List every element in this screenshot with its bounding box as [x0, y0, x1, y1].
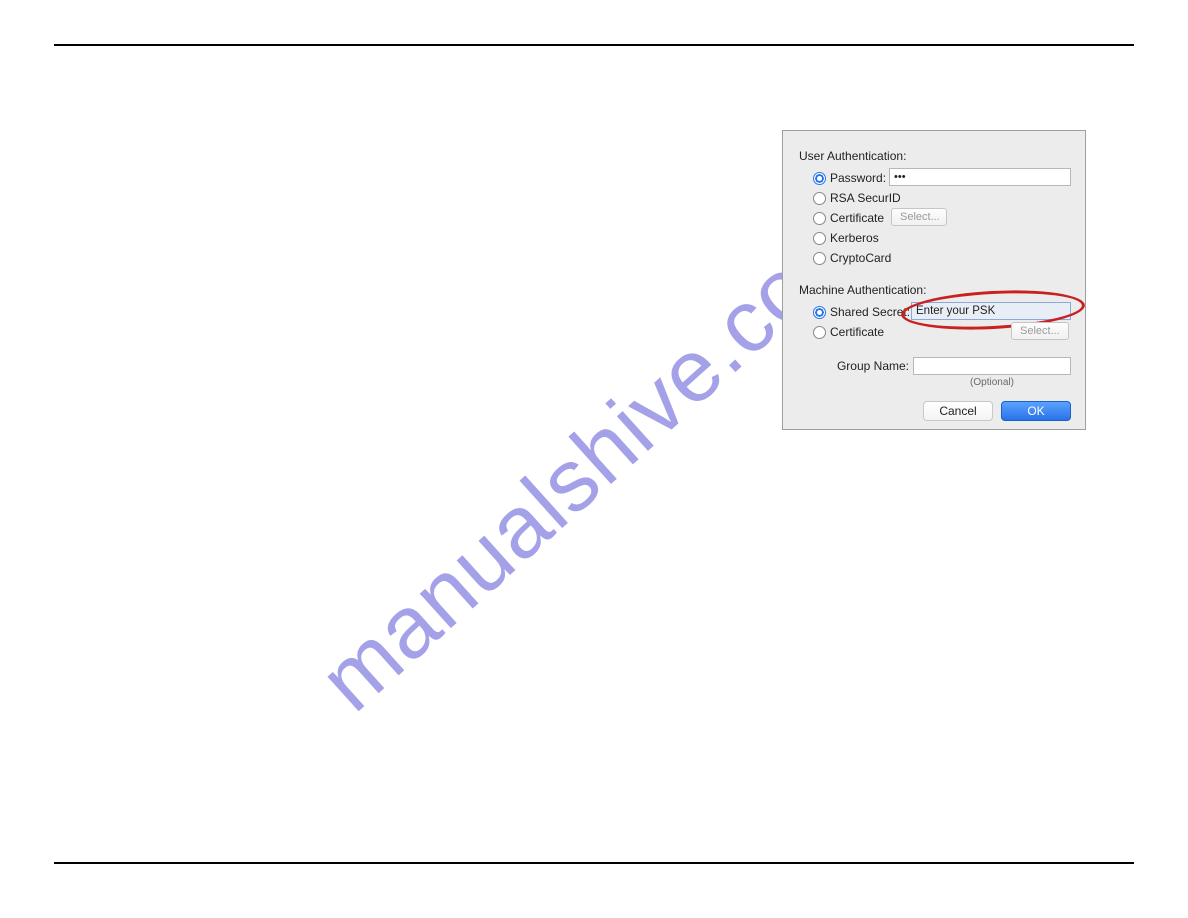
radio-row-shared-secret[interactable]: Shared Secret:	[813, 303, 910, 321]
radio-label-certificate-user: Certificate	[830, 211, 884, 225]
page-bottom-rule	[54, 862, 1134, 864]
page-top-rule	[54, 44, 1134, 46]
group-name-label: Group Name:	[831, 359, 909, 373]
radio-shared-secret[interactable]	[813, 306, 826, 319]
radio-row-certificate-user[interactable]: Certificate	[813, 209, 884, 227]
radio-row-rsa[interactable]: RSA SecurID	[813, 189, 901, 207]
radio-label-cryptocard: CryptoCard	[830, 251, 891, 265]
radio-row-password[interactable]: Password:	[813, 169, 886, 187]
select-certificate-machine-button: Select...	[1011, 322, 1069, 340]
radio-label-password: Password:	[830, 171, 886, 185]
radio-label-certificate-machine: Certificate	[830, 325, 884, 339]
radio-label-shared-secret: Shared Secret:	[830, 305, 910, 319]
group-name-input[interactable]	[913, 357, 1071, 375]
radio-row-certificate-machine[interactable]: Certificate	[813, 323, 884, 341]
radio-rsa[interactable]	[813, 192, 826, 205]
ok-button[interactable]: OK	[1001, 401, 1071, 421]
password-input[interactable]: •••	[889, 168, 1071, 186]
radio-certificate-machine[interactable]	[813, 326, 826, 339]
radio-kerberos[interactable]	[813, 232, 826, 245]
radio-row-cryptocard[interactable]: CryptoCard	[813, 249, 891, 267]
radio-label-kerberos: Kerberos	[830, 231, 879, 245]
auth-settings-dialog: User Authentication: Password: ••• RSA S…	[782, 130, 1086, 430]
group-name-optional: (Optional)	[913, 377, 1071, 388]
radio-cryptocard[interactable]	[813, 252, 826, 265]
machine-auth-heading: Machine Authentication:	[799, 283, 926, 297]
radio-password[interactable]	[813, 172, 826, 185]
radio-certificate-user[interactable]	[813, 212, 826, 225]
cancel-button[interactable]: Cancel	[923, 401, 993, 421]
shared-secret-input[interactable]: Enter your PSK	[911, 302, 1071, 320]
radio-label-rsa: RSA SecurID	[830, 191, 901, 205]
radio-row-kerberos[interactable]: Kerberos	[813, 229, 879, 247]
user-auth-heading: User Authentication:	[799, 149, 906, 163]
select-certificate-user-button: Select...	[891, 208, 947, 226]
